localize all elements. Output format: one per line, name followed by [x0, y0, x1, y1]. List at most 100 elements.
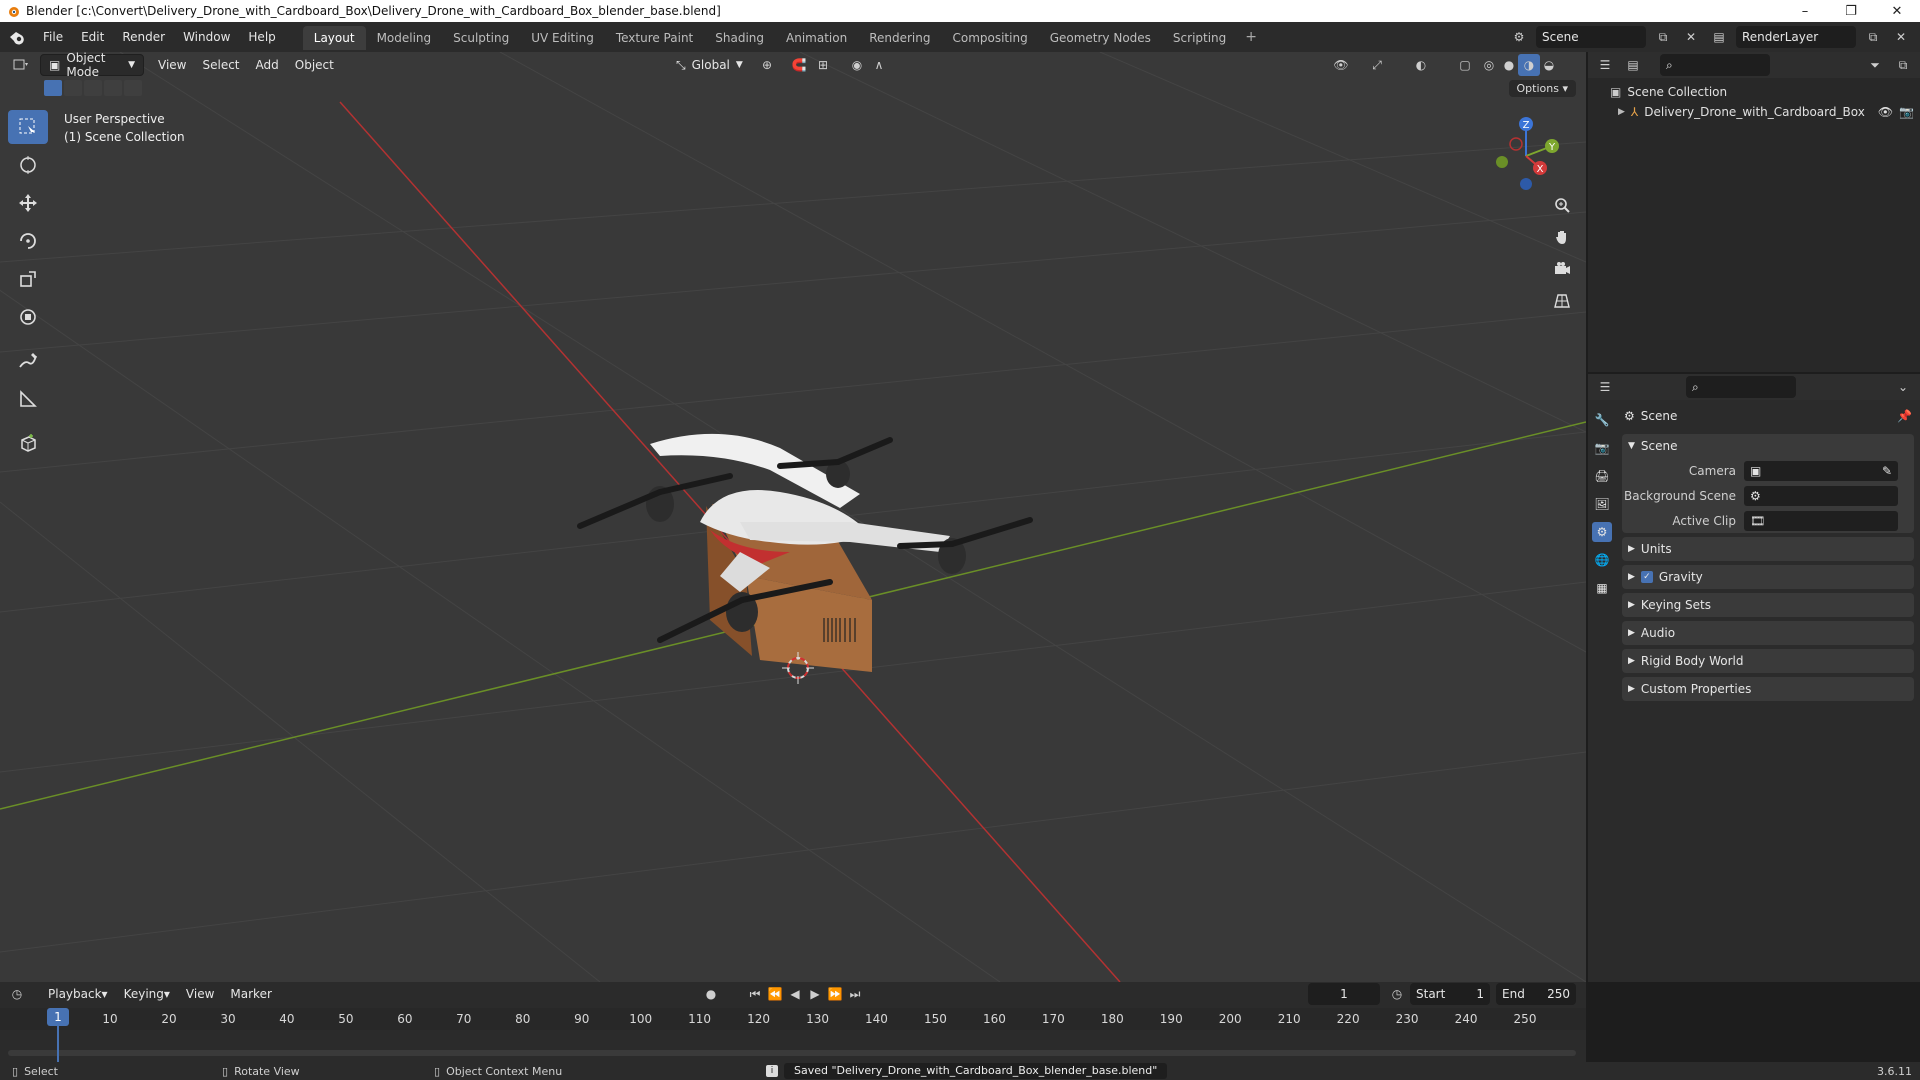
keying-menu[interactable]: Keying ▾ — [116, 983, 178, 1005]
play-reverse-icon[interactable]: ◀ — [784, 983, 806, 1005]
gizmo-toggle-icon[interactable]: ⤢ — [1366, 54, 1388, 76]
properties-search-input[interactable]: ⌕ — [1686, 376, 1796, 398]
timeline-ruler[interactable]: 10 20 30 40 50 60 70 80 90 100 110 120 130 140 150 160 1… — [0, 1008, 1586, 1030]
delete-view-layer-icon[interactable]: ✕ — [1890, 26, 1912, 48]
properties-options-icon[interactable]: ⌄ — [1892, 376, 1914, 398]
options-dropdown[interactable]: Options ▾ — [1508, 80, 1576, 97]
outliner-search-input[interactable]: ⌕ — [1660, 54, 1770, 76]
add-cube-tool[interactable] — [8, 426, 48, 460]
new-collection-icon[interactable]: ⧉ — [1892, 54, 1914, 76]
transform-orientation-dropdown[interactable]: ⤡ Global ▼ — [668, 54, 751, 76]
render-tab-icon[interactable]: 📷 — [1592, 438, 1612, 458]
properties-editor-type-icon[interactable]: ☰ — [1594, 376, 1616, 398]
object-mode-dropdown[interactable]: ▣ Object Mode ▼ — [40, 52, 144, 79]
view-menu[interactable]: View — [178, 983, 222, 1005]
texture-tab-icon[interactable]: ▦ — [1592, 578, 1612, 598]
pan-hand-icon[interactable] — [1548, 224, 1576, 250]
tab-shading[interactable]: Shading — [704, 26, 775, 50]
3d-viewport[interactable]: ▣ Object Mode ▼ View Select Add Object ⤡… — [0, 52, 1586, 982]
world-tab-icon[interactable]: 🌐 — [1592, 550, 1612, 570]
active-clip-field[interactable]: 🎞 — [1744, 510, 1898, 531]
camera-render-icon[interactable]: 📷 — [1899, 105, 1914, 119]
end-frame-field[interactable]: End 250 — [1496, 983, 1576, 1005]
camera-view-icon[interactable] — [1548, 256, 1576, 282]
tab-layout[interactable]: Layout — [302, 26, 366, 50]
jump-keyframe-back-icon[interactable]: ⏪ — [764, 983, 786, 1005]
new-scene-icon[interactable]: ⧉ — [1652, 26, 1674, 48]
menu-view[interactable]: View — [150, 54, 194, 76]
tab-texture-paint[interactable]: Texture Paint — [605, 26, 704, 50]
menu-render[interactable]: Render — [113, 22, 174, 52]
camera-field[interactable]: ▣ ✎ — [1744, 460, 1898, 481]
outliner-editor-type-icon[interactable]: ☰ — [1594, 54, 1616, 76]
jump-end-icon[interactable]: ⏭ — [844, 983, 866, 1005]
playback-menu[interactable]: Playback ▾ — [40, 983, 116, 1005]
timeline-track[interactable] — [0, 1030, 1586, 1062]
menu-add[interactable]: Add — [248, 54, 287, 76]
move-tool[interactable] — [8, 186, 48, 220]
falloff-icon[interactable]: ∧ — [868, 54, 890, 76]
play-icon[interactable]: ▶ — [804, 983, 826, 1005]
jump-start-icon[interactable]: ⏮ — [744, 983, 766, 1005]
timeline-scrollbar[interactable] — [8, 1050, 1576, 1056]
output-tab-icon[interactable]: 🖨 — [1592, 466, 1612, 486]
navigation-gizmo[interactable]: Z Y X — [1486, 112, 1566, 192]
menu-select[interactable]: Select — [194, 54, 247, 76]
eye-icon[interactable]: 👁 — [1878, 105, 1893, 119]
material-shading-icon[interactable]: ◑ — [1518, 54, 1540, 76]
blender-menu-icon[interactable] — [0, 22, 34, 52]
view-layer-tab-icon[interactable]: 🖼 — [1592, 494, 1612, 514]
units-panel[interactable]: ▶ Units — [1622, 537, 1914, 561]
expand-arrow-icon[interactable]: ▶ — [1618, 107, 1625, 117]
menu-object[interactable]: Object — [287, 54, 342, 76]
perspective-grid-icon[interactable] — [1548, 288, 1576, 314]
xray-icon[interactable]: ▢ — [1454, 54, 1476, 76]
snap-icon[interactable]: 🧲 — [788, 54, 810, 76]
scene-selector-icon[interactable]: ⚙ — [1508, 26, 1530, 48]
outliner-row-scene-collection[interactable]: ▣ Scene Collection — [1588, 82, 1920, 102]
background-scene-field[interactable]: ⚙ — [1744, 485, 1898, 506]
add-workspace-button[interactable]: + — [1237, 29, 1265, 45]
select-subtract-icon[interactable] — [84, 80, 102, 96]
snap-target-icon[interactable]: ⊞ — [812, 54, 834, 76]
minimize-button[interactable]: – — [1782, 0, 1828, 22]
display-mode-icon[interactable]: ▤ — [1622, 54, 1644, 76]
scene-panel-header[interactable]: ▼ Scene — [1622, 434, 1914, 458]
filter-icon[interactable]: ⏷ — [1864, 54, 1886, 76]
tab-modeling[interactable]: Modeling — [366, 26, 443, 50]
pin-icon[interactable]: 📌 — [1897, 409, 1912, 423]
preview-range-icon[interactable]: ◷ — [1386, 983, 1408, 1005]
menu-help[interactable]: Help — [239, 22, 284, 52]
measure-tool[interactable] — [8, 382, 48, 416]
viewport-scene[interactable] — [0, 52, 1586, 982]
pivot-point-icon[interactable]: ⊕ — [756, 54, 778, 76]
outliner-row-drone[interactable]: ▶ ⅄ Delivery_Drone_with_Cardboard_Box 👁 … — [1588, 102, 1920, 122]
marker-menu[interactable]: Marker — [222, 983, 279, 1005]
view-layer-icon[interactable]: ▤ — [1708, 26, 1730, 48]
proportional-editing-icon[interactable]: ◉ — [846, 54, 868, 76]
audio-panel[interactable]: ▶ Audio — [1622, 621, 1914, 645]
select-box-tool[interactable] — [8, 110, 48, 144]
scale-tool[interactable] — [8, 262, 48, 296]
tool-tab-icon[interactable]: 🔧 — [1592, 410, 1612, 430]
tab-rendering[interactable]: Rendering — [858, 26, 941, 50]
gravity-checkbox[interactable]: ✓ — [1640, 571, 1653, 583]
menu-file[interactable]: File — [34, 22, 72, 52]
maximize-button[interactable]: ❐ — [1828, 0, 1874, 22]
scene-field[interactable]: Scene — [1536, 26, 1646, 48]
overlays-icon[interactable]: ◐ — [1410, 54, 1432, 76]
delete-scene-icon[interactable]: ✕ — [1680, 26, 1702, 48]
timeline-editor-type-icon[interactable]: ◷ — [6, 983, 28, 1005]
menu-window[interactable]: Window — [174, 22, 239, 52]
jump-keyframe-forward-icon[interactable]: ⏩ — [824, 983, 846, 1005]
menu-edit[interactable]: Edit — [72, 22, 113, 52]
transform-tool[interactable] — [8, 300, 48, 334]
tab-geometry-nodes[interactable]: Geometry Nodes — [1039, 26, 1162, 50]
rendered-shading-icon[interactable]: ◒ — [1538, 54, 1560, 76]
annotate-tool[interactable] — [8, 344, 48, 378]
current-frame-field[interactable]: 1 — [1308, 983, 1380, 1005]
record-icon[interactable]: ● — [700, 983, 722, 1005]
gravity-panel[interactable]: ▶ ✓ Gravity — [1622, 565, 1914, 589]
view-layer-field[interactable]: RenderLayer — [1736, 26, 1856, 48]
editor-type-icon[interactable] — [10, 54, 32, 76]
